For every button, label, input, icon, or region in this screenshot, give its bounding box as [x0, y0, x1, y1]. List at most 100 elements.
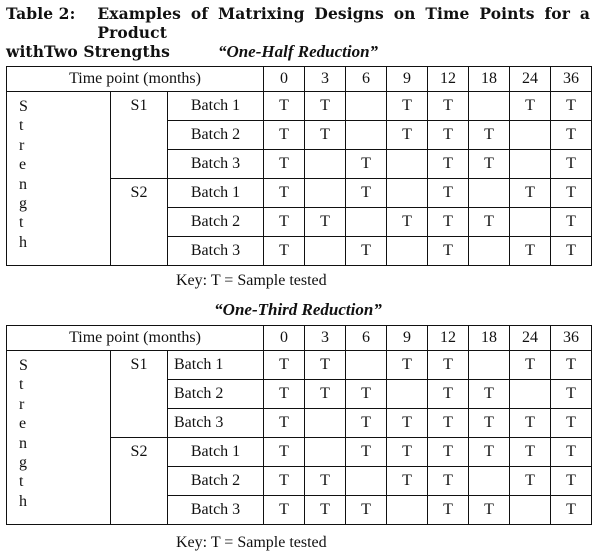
sample-cell: T	[550, 437, 593, 467]
strength-letter: t	[19, 214, 24, 232]
sample-cell: T	[550, 91, 593, 121]
sample-cell: T	[345, 495, 388, 525]
sample-cell: T	[263, 120, 306, 150]
strength-letter: h	[19, 492, 27, 510]
time-point-9: 9	[386, 66, 429, 92]
sample-cell: T	[304, 379, 347, 409]
sample-cell: T	[427, 495, 470, 525]
sample-cell: T	[386, 207, 429, 237]
batch-label: Batch 2	[166, 120, 265, 150]
sample-cell: T	[263, 437, 306, 467]
header-row: Time point (months) 0 3 6 9 12 18 24 36	[5, 66, 593, 92]
sample-cell: T	[550, 178, 593, 208]
sample-cell	[304, 149, 347, 179]
sample-cell: T	[263, 350, 306, 380]
sample-cell: T	[427, 207, 470, 237]
sample-cell	[304, 178, 347, 208]
sample-cell: T	[550, 466, 593, 496]
sample-cell	[509, 379, 552, 409]
sample-cell: T	[550, 495, 593, 525]
sample-cell: T	[427, 466, 470, 496]
strength-letter: S	[19, 357, 28, 374]
caption-label: Table 2:	[6, 4, 76, 23]
sample-cell	[304, 236, 347, 266]
sample-cell	[386, 379, 429, 409]
strength-letter: r	[19, 395, 25, 413]
time-point-3: 3	[304, 325, 347, 351]
time-point-3: 3	[304, 66, 347, 92]
sample-cell: T	[263, 495, 306, 525]
time-point-36: 36	[550, 325, 593, 351]
sample-cell: T	[509, 437, 552, 467]
sample-cell: T	[509, 350, 552, 380]
strength-letter: n	[19, 434, 27, 452]
sample-cell: T	[468, 408, 511, 438]
sample-cell: T	[304, 350, 347, 380]
batch-label: Batch 2	[166, 207, 265, 237]
sample-cell: T	[304, 466, 347, 496]
strength-letter: r	[19, 136, 25, 154]
batch-label: Batch 2	[166, 379, 265, 409]
sample-cell	[386, 149, 429, 179]
table-row: St r e n g t h S1 Batch 1TTTTTT	[6, 350, 593, 525]
sample-cell	[468, 91, 511, 121]
sample-cell: T	[304, 495, 347, 525]
sample-cell	[304, 437, 347, 467]
time-point-6: 6	[345, 325, 388, 351]
sample-cell: T	[550, 408, 593, 438]
strength-letter: e	[19, 156, 27, 174]
batch-label: Batch 3	[166, 408, 265, 438]
sample-cell: T	[427, 149, 470, 179]
strength-s2: S2	[110, 437, 168, 525]
sample-cell: T	[263, 236, 306, 266]
sample-cell: T	[263, 466, 306, 496]
table-row: St r e n g t h S1 Batch 1TTTTTT	[6, 91, 593, 266]
time-point-12: 12	[427, 66, 470, 92]
batch-label: Batch 3	[166, 495, 265, 525]
batch-label: Batch 3	[166, 149, 265, 179]
sample-cell: T	[304, 207, 347, 237]
sample-cell	[304, 408, 347, 438]
sample-cell: T	[304, 120, 347, 150]
caption-text-line1: Examples of Matrixing Designs on Time Po…	[97, 4, 590, 42]
sample-cell: T	[304, 91, 347, 121]
sample-cell: T	[263, 207, 306, 237]
time-point-6: 6	[345, 66, 388, 92]
time-point-18: 18	[468, 325, 511, 351]
sample-cell: T	[386, 437, 429, 467]
sample-cell	[468, 350, 511, 380]
strength-letter: S	[19, 98, 28, 115]
batch-label: Batch 2	[166, 466, 265, 496]
sample-cell: T	[386, 91, 429, 121]
sample-cell: T	[263, 408, 306, 438]
sample-cell	[386, 236, 429, 266]
batch-label: Batch 3	[166, 236, 265, 266]
one-half-reduction-key: Key: T = Sample tested	[176, 272, 327, 289]
sample-cell: T	[509, 91, 552, 121]
strength-letter: g	[19, 454, 27, 472]
sample-cell: T	[427, 120, 470, 150]
sample-cell	[345, 350, 388, 380]
sample-cell	[468, 466, 511, 496]
sample-cell: T	[427, 379, 470, 409]
batch-label: Batch 1	[166, 178, 265, 208]
sample-cell: T	[550, 236, 593, 266]
sample-cell	[509, 149, 552, 179]
sample-cell	[509, 495, 552, 525]
sample-cell: T	[263, 178, 306, 208]
strength-label: Strength	[6, 91, 111, 266]
header-row: Time point (months) 0 3 6 9 12 18 24 36	[5, 325, 593, 351]
sample-cell	[345, 120, 388, 150]
sample-cell: T	[386, 408, 429, 438]
sample-cell: T	[427, 408, 470, 438]
sample-cell: T	[263, 91, 306, 121]
one-third-reduction-title: “One-Third Reduction”	[214, 300, 382, 319]
strength-letter: g	[19, 195, 27, 213]
sample-cell: T	[263, 379, 306, 409]
strength-letter: n	[19, 175, 27, 193]
time-point-0: 0	[263, 66, 306, 92]
sample-cell: T	[468, 437, 511, 467]
sample-cell: T	[427, 178, 470, 208]
sample-cell	[509, 207, 552, 237]
time-point-12: 12	[427, 325, 470, 351]
